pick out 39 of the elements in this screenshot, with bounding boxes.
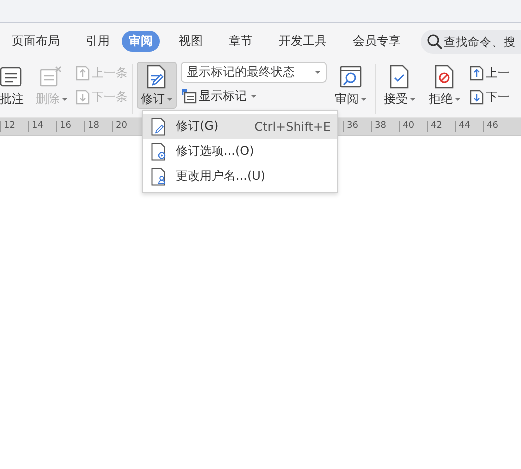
ruler-number: 44: [455, 121, 483, 132]
ruler-number: 46: [483, 121, 511, 132]
ribbon-button[interactable]: 下一: [470, 88, 510, 106]
user-document-icon: [150, 168, 168, 186]
ribbon-tab[interactable]: 页面布局: [5, 31, 67, 52]
ribbon-button[interactable]: 批注: [0, 62, 28, 109]
ruler-number: 20: [112, 121, 140, 132]
ribbon-button[interactable]: 接受: [380, 62, 420, 109]
ruler-number: 42: [427, 121, 455, 132]
ruler-number: 40: [399, 121, 427, 132]
menu-item[interactable]: 修订(G) Ctrl+Shift+E: [143, 114, 337, 139]
ruler-number: 36: [343, 121, 371, 132]
ribbon-tab[interactable]: 会员专享: [346, 31, 408, 52]
ribbon-button[interactable]: 修订: [137, 62, 177, 109]
ribbon-tab[interactable]: 开发工具: [272, 31, 334, 52]
pencil-document-icon: [150, 118, 168, 136]
magnifier-document-icon: [339, 65, 363, 89]
ribbon-button[interactable]: 上一: [470, 64, 510, 82]
ribbon-tab[interactable]: 视图: [172, 31, 210, 52]
menu-item[interactable]: 更改用户名...(U): [143, 164, 337, 189]
up-arrow-document-icon: [76, 65, 90, 81]
down-arrow-document-icon: [76, 89, 90, 105]
display-mode-dropdown[interactable]: 显示标记的最终状态: [181, 62, 327, 83]
flag-list-icon: [181, 88, 197, 104]
ruler-number: 14: [28, 121, 56, 132]
ribbon-button[interactable]: 审阅: [331, 62, 371, 109]
ribbon-button[interactable]: 拒绝: [425, 62, 465, 109]
ruler-number: 16: [56, 121, 84, 132]
ruler-number: 38: [371, 121, 399, 132]
search-field[interactable]: 查找命令、搜: [421, 30, 521, 54]
show-markup-button[interactable]: 显示标记: [181, 87, 327, 105]
ribbon-tab[interactable]: 章节: [222, 31, 260, 52]
ruler-number: 12: [0, 121, 28, 132]
delete-icon: [40, 65, 64, 89]
ruler-number: 18: [84, 121, 112, 132]
up-arrow-document-icon: [470, 65, 484, 81]
down-arrow-document-icon: [470, 89, 484, 105]
menu-item[interactable]: 修订选项...(O): [143, 139, 337, 164]
ribbon-tab[interactable]: 引用: [79, 31, 117, 52]
